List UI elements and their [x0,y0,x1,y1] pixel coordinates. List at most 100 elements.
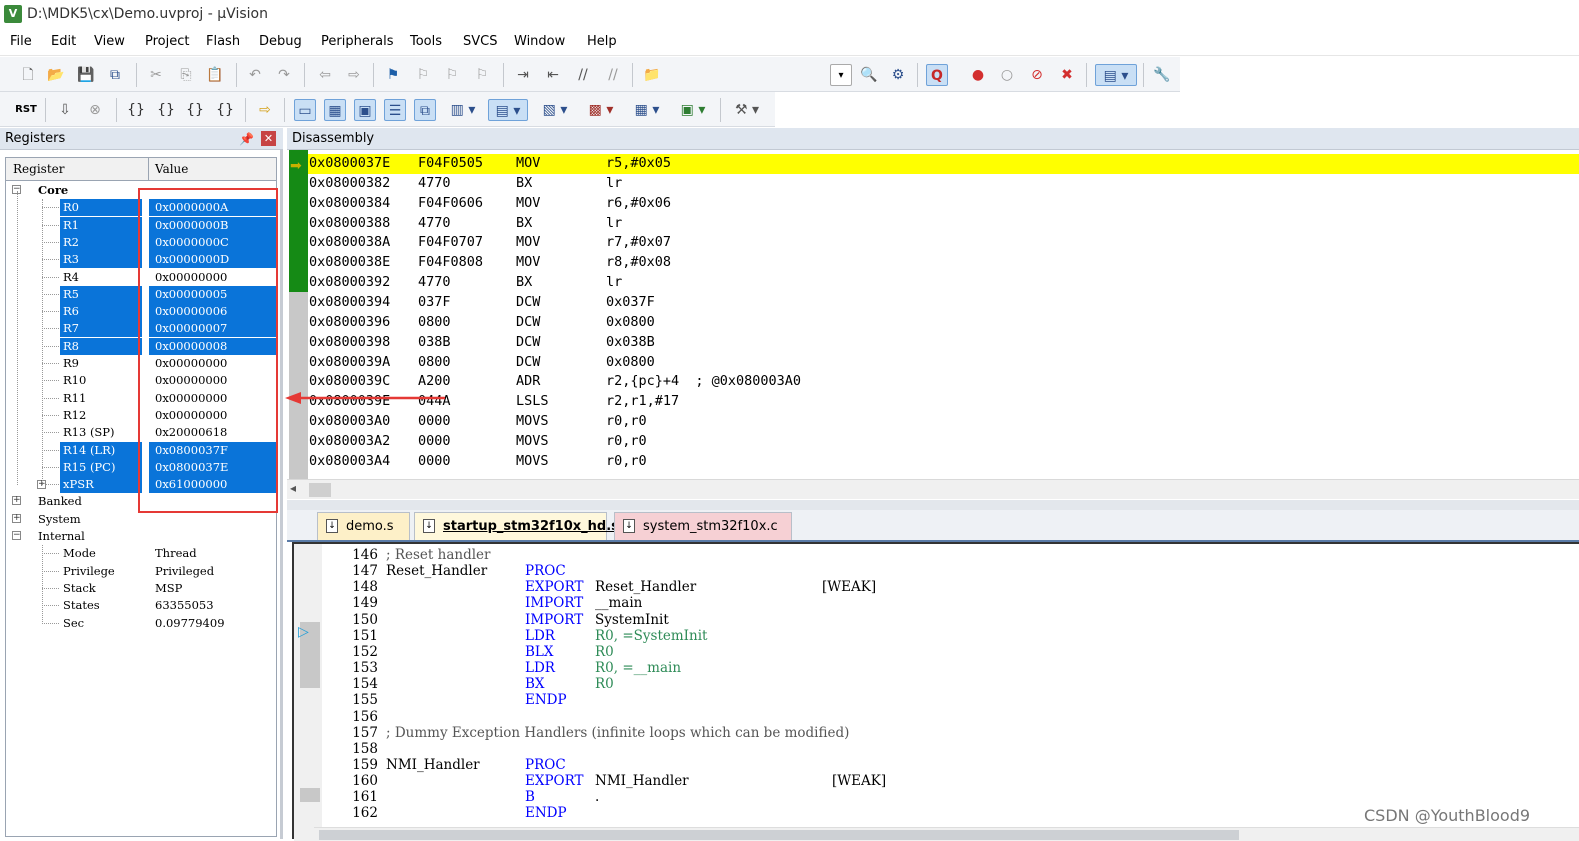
registers-window-icon[interactable]: ☰ [384,99,406,121]
run-icon[interactable]: ⇩ [54,99,76,121]
code-line[interactable]: 161 B. [322,789,1562,805]
code-line[interactable]: 151 LDR R0, =SystemInit [322,628,1562,644]
copy-icon[interactable]: ⎘ [175,64,197,86]
code-line[interactable]: 148 EXPORT Reset_Handler [WEAK] [322,579,1562,595]
close-icon[interactable]: ✕ [261,131,276,146]
breakpoint-icon[interactable]: ● [967,64,989,86]
stop-icon[interactable]: ⊗ [84,99,106,121]
internal-row[interactable]: States 63355053 [6,597,276,614]
indent-icon[interactable]: ⇥ [512,64,534,86]
comment-icon[interactable]: // [572,64,594,86]
disable-breakpoint-icon[interactable]: ○ [996,64,1018,86]
disassembly-row[interactable]: 0x080003A0 0000 MOVS r0,r0 [308,412,1579,432]
tab-demo-s[interactable]: ↓ demo.s [317,512,410,540]
internal-row[interactable]: Stack MSP [6,580,276,597]
symbols-window-icon[interactable]: ▣ [354,99,376,121]
debug-session-icon[interactable]: Q [926,64,948,86]
scroll-left-icon[interactable]: ◂ [290,481,296,495]
disassembly-row[interactable]: 0x0800038E F04F0808 MOV r8,#0x08 [308,253,1579,273]
unindent-icon[interactable]: ⇤ [542,64,564,86]
incremental-find-icon[interactable]: ⚙ [887,64,909,86]
disassembly-row[interactable]: 0x08000392 4770 BX lr [308,273,1579,293]
prev-bookmark-icon[interactable]: ⚐ [412,64,434,86]
disassembly-window-icon[interactable]: ▦ [324,99,346,121]
code-line[interactable]: 149 IMPORT __main [322,595,1562,611]
toolbox-icon[interactable]: ⚒ ▾ [728,99,766,121]
code-line[interactable]: 146 ; Reset handler [322,547,1562,563]
save-all-icon[interactable]: ⧉ [104,64,126,86]
code-line[interactable]: 157 ; Dummy Exception Handlers (infinite … [322,725,1562,741]
scrollbar-thumb[interactable] [309,483,331,497]
collapse-icon[interactable]: − [12,531,21,540]
save-icon[interactable]: 💾 [75,64,97,86]
undo-icon[interactable]: ↶ [244,64,266,86]
menu-view[interactable]: View [94,34,125,49]
menu-flash[interactable]: Flash [206,34,240,49]
menu-edit[interactable]: Edit [51,34,76,49]
disassembly-row[interactable]: 0x080003A2 0000 MOVS r0,r0 [308,432,1579,452]
reset-icon[interactable]: RST [15,99,37,121]
step-into-icon[interactable]: {} [125,99,147,121]
disassembly-row[interactable]: 0x08000396 0800 DCW 0x0800 [308,313,1579,333]
paste-icon[interactable]: 📋 [204,64,226,86]
source-editor[interactable]: ▷ 146 ; Reset handler 147 Reset_Handler PROC… [292,542,1579,841]
command-window-icon[interactable]: ▭ [294,99,316,121]
column-value[interactable]: Value [155,162,188,176]
internal-row[interactable]: Privilege Privileged [6,563,276,580]
show-next-statement-icon[interactable]: ⇨ [254,99,276,121]
system-viewer-icon[interactable]: ▣ ▾ [674,99,712,121]
serial-window-icon[interactable]: ▧ ▾ [536,99,574,121]
column-register[interactable]: Register [13,162,64,176]
run-to-cursor-icon[interactable]: {} [214,99,236,121]
disassembly-row[interactable]: 0x0800038A F04F0707 MOV r7,#0x07 [308,233,1579,253]
step-over-icon[interactable]: {} [155,99,177,121]
navigate-forward-icon[interactable]: ⇨ [343,64,365,86]
memory-window-icon[interactable]: ▤ ▾ [488,99,528,121]
code-line[interactable]: 158 [322,741,1562,757]
code-line[interactable]: 150 IMPORT SystemInit [322,612,1562,628]
code-line[interactable]: 153 LDR R0, =__main [322,660,1562,676]
redo-icon[interactable]: ↷ [273,64,295,86]
next-bookmark-icon[interactable]: ⚐ [441,64,463,86]
disassembly-row[interactable]: 0x08000384 F04F0606 MOV r6,#0x06 [308,194,1579,214]
watch-window-icon[interactable]: ▥ ▾ [444,99,482,121]
disassembly-row[interactable]: 0x0800039A 0800 DCW 0x0800 [308,353,1579,373]
disassembly-row[interactable]: 0x08000382 4770 BX lr [308,174,1579,194]
disassembly-horizontal-scrollbar[interactable]: ◂ [287,479,1579,499]
window-layout-icon[interactable]: ▤ ▾ [1095,64,1137,86]
step-out-icon[interactable]: {} [184,99,206,121]
panel-splitter[interactable] [287,500,1579,510]
code-line[interactable]: 155 ENDP [322,692,1562,708]
new-file-icon[interactable]: 🗋 [17,64,39,86]
tab-system-file[interactable]: ↓ system_stm32f10x.c [614,512,792,540]
code-line[interactable]: 159 NMI_Handler PROC [322,757,1562,773]
clear-bookmarks-icon[interactable]: ⚐ [471,64,493,86]
navigate-back-icon[interactable]: ⇦ [314,64,336,86]
expand-icon[interactable]: + [12,496,21,506]
code-line[interactable]: 154 BX R0 [322,676,1562,692]
disassembly-row[interactable]: 0x0800039E 044A LSLS r2,r1,#17 [308,392,1579,412]
code-line[interactable]: 152 BLX R0 [322,644,1562,660]
menu-peripherals[interactable]: Peripherals [321,34,394,49]
uncomment-icon[interactable]: // [602,64,624,86]
find-dropdown-icon[interactable]: ▾ [830,64,852,86]
tree-group-internal[interactable]: Internal − [6,528,276,545]
open-folder-icon[interactable]: 📂 [45,64,67,86]
find-icon[interactable]: 🔍 [858,64,880,86]
tab-startup-file[interactable]: ↓ startup_stm32f10x_hd.s [414,512,619,540]
code-line[interactable]: 147 Reset_Handler PROC [322,563,1562,579]
menu-window[interactable]: Window [514,34,565,49]
pin-icon[interactable]: 📌 [239,132,254,146]
tree-group-system[interactable]: System + [6,511,276,528]
disassembly-row[interactable]: 0x0800039C A200 ADR r2,{pc}+4 ; @0x080003A0 [308,372,1579,392]
menu-svcs[interactable]: SVCS [463,34,497,49]
cut-icon[interactable]: ✂ [145,64,167,86]
expand-icon[interactable]: + [12,513,21,523]
find-in-files-icon[interactable]: 📁 [641,64,663,86]
menu-file[interactable]: File [10,34,32,49]
disassembly-row[interactable]: 0x0800037E F04F0505 MOV r5,#0x05 [308,154,1579,174]
bookmark-icon[interactable]: ⚑ [382,64,404,86]
analysis-window-icon[interactable]: ▩ ▾ [582,99,620,121]
code-line[interactable]: 156 [322,709,1562,725]
call-stack-icon[interactable]: ⧉ [414,99,436,121]
